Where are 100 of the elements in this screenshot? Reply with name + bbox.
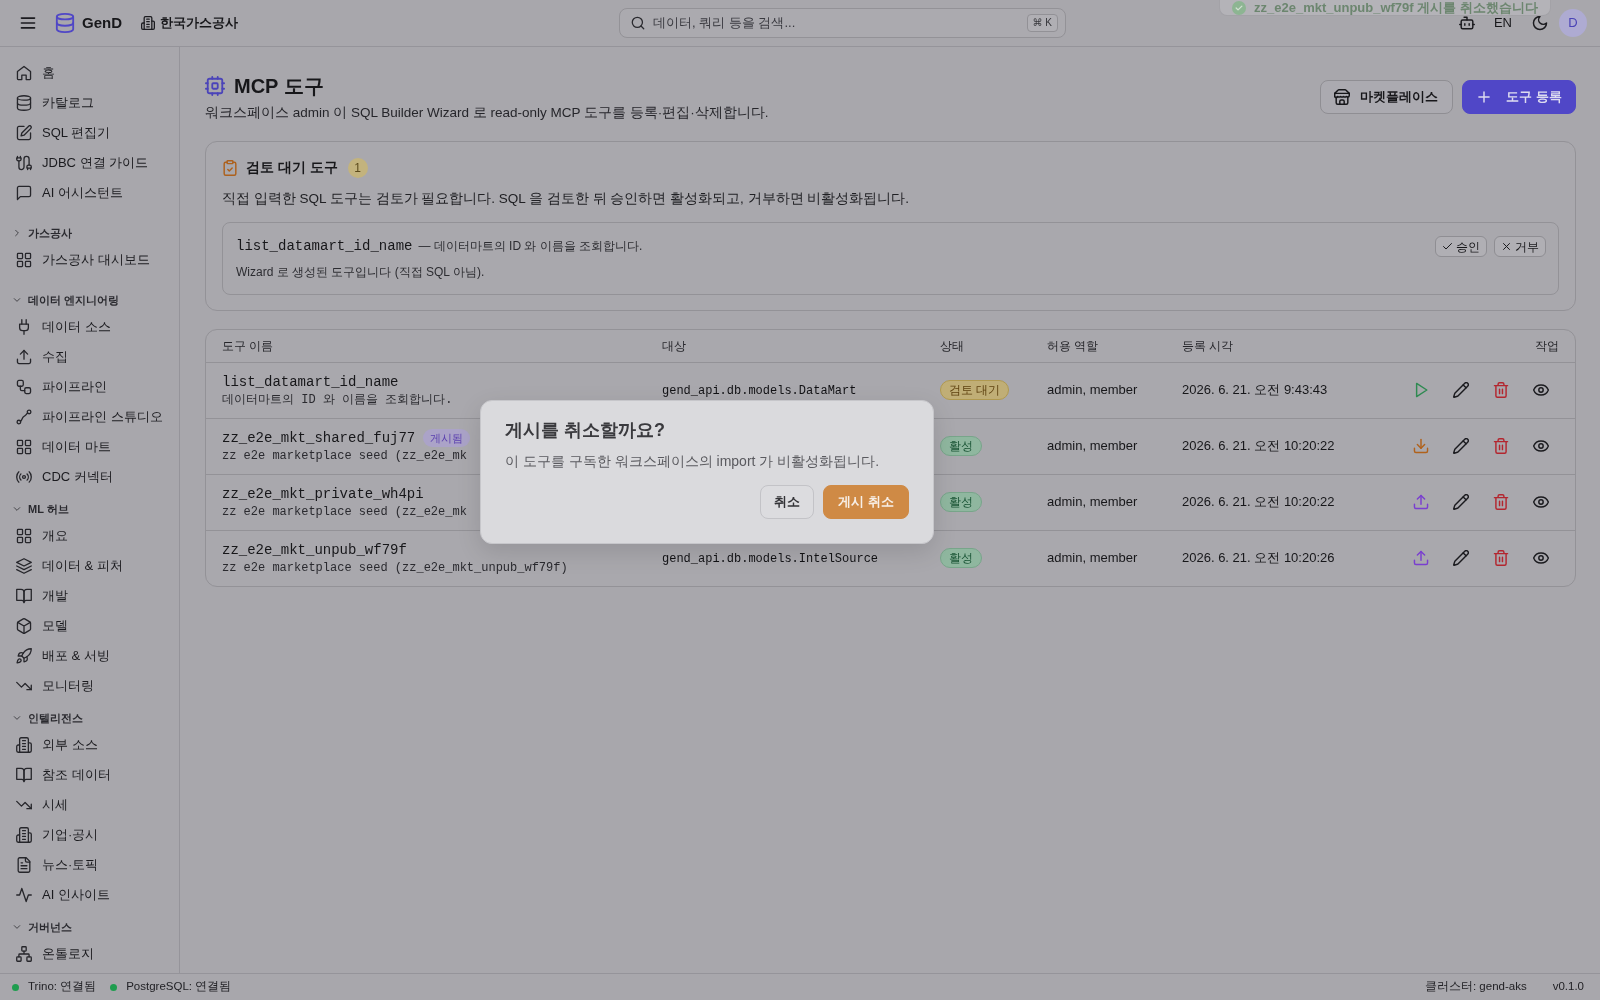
- sidebar-item[interactable]: 데이터 마트: [16, 432, 111, 462]
- pencil-icon[interactable]: [1453, 382, 1469, 398]
- store-icon: [1334, 89, 1351, 105]
- eye-icon[interactable]: [1533, 438, 1549, 454]
- check-icon: [1442, 241, 1453, 252]
- sidebar-item[interactable]: 가스공사 대시보드: [16, 245, 150, 275]
- upload-icon: [16, 349, 32, 365]
- upload-icon[interactable]: [1413, 494, 1429, 510]
- page-description: 워크스페이스 admin 이 SQL Builder Wizard 로 read-only MCP 도구를 등록·편집·삭제합니다.: [205, 104, 769, 122]
- roles-text: admin, member: [1047, 550, 1138, 566]
- status-badge: 활성: [940, 548, 982, 568]
- book-icon: [16, 588, 32, 604]
- sidebar-item[interactable]: 참조 데이터: [16, 760, 111, 790]
- pencil-icon[interactable]: [1453, 494, 1469, 510]
- building-icon: [16, 737, 32, 753]
- sidebar-section-header[interactable]: 거버넌스: [12, 915, 72, 939]
- check-circle-icon: [1232, 0, 1246, 15]
- tool-name: list_datamart_id_name: [222, 372, 399, 391]
- sidebar-section-header[interactable]: 인텔리전스: [12, 706, 83, 730]
- sidebar-item[interactable]: 모니터링: [16, 671, 94, 701]
- connection-status: PostgreSQL: 연결됨: [126, 979, 232, 995]
- sidebar-item[interactable]: 개발: [16, 581, 68, 611]
- count-badge: 1: [347, 158, 368, 178]
- sidebar-item[interactable]: 모델: [16, 611, 68, 641]
- sidebar-item[interactable]: 카탈로그: [16, 88, 94, 118]
- sidebar-item[interactable]: 배포 & 서빙: [16, 641, 110, 671]
- eye-icon[interactable]: [1533, 382, 1549, 398]
- menu-icon[interactable]: [19, 14, 37, 32]
- sidebar-item[interactable]: 외부 소스: [16, 730, 98, 760]
- sidebar-item[interactable]: 데이터 & 피처: [16, 551, 123, 581]
- moon-icon[interactable]: [1532, 15, 1548, 31]
- language-toggle[interactable]: EN: [1493, 15, 1512, 31]
- roles-text: admin, member: [1047, 382, 1138, 398]
- sidebar-item[interactable]: AI 인사이트: [16, 880, 110, 910]
- sidebar-item[interactable]: 파이프라인: [16, 372, 107, 402]
- tool-description: zz e2e marketplace seed (zz_e2e_mk: [222, 447, 467, 464]
- sidebar-item[interactable]: SQL 편집기: [16, 118, 111, 148]
- timestamp: 2026. 6. 21. 오전 10:20:22: [1182, 494, 1335, 510]
- sidebar-item[interactable]: JDBC 연결 가이드: [16, 148, 149, 178]
- reject-button[interactable]: 거부: [1494, 236, 1546, 257]
- house-icon: [16, 65, 32, 81]
- grid-icon: [16, 252, 32, 268]
- organization-name[interactable]: 한국가스공사: [160, 13, 238, 33]
- dialog-title: 게시를 취소할까요?: [505, 419, 666, 442]
- sidebar-item[interactable]: 수집: [16, 342, 68, 372]
- target-model: gend_api.db.models.IntelSource: [662, 552, 879, 567]
- sidebar-item[interactable]: 데이터 소스: [16, 312, 111, 342]
- section-title: 검토 대기 도구: [246, 159, 338, 177]
- column-header: 허용 역할: [1047, 338, 1099, 353]
- sidebar-item[interactable]: 개요: [16, 521, 68, 551]
- sidebar-item[interactable]: AI 어시스턴트: [16, 178, 123, 208]
- upload-icon[interactable]: [1413, 550, 1429, 566]
- cancel-button[interactable]: 취소: [760, 485, 815, 519]
- document-icon: [16, 857, 32, 873]
- linked-squares-icon: [16, 379, 32, 395]
- dialog-message: 이 도구를 구독한 워크스페이스의 import 가 비활성화됩니다.: [505, 452, 881, 471]
- eye-icon[interactable]: [1533, 550, 1549, 566]
- shortcut-key: ⌘ K: [1026, 14, 1058, 32]
- column-header: 상태: [940, 338, 964, 353]
- status-badge: 검토 대기: [940, 380, 1010, 400]
- tool-summary: — 데이터마트의 ID 와 이름을 조회합니다.: [418, 238, 643, 255]
- target-model: gend_api.db.models.DataMart: [662, 384, 857, 399]
- sidebar-section-header[interactable]: 데이터 엔지니어링: [12, 288, 120, 312]
- approve-button[interactable]: 승인: [1435, 236, 1487, 257]
- sidebar-section-header[interactable]: 가스공사: [12, 221, 72, 245]
- cluster-name: 클러스터: gend-aks: [1424, 979, 1527, 995]
- pencil-icon[interactable]: [1453, 438, 1469, 454]
- sidebar-item[interactable]: 홈: [16, 58, 55, 88]
- building-icon: [141, 16, 155, 30]
- sidebar-section-header[interactable]: ML 허브: [12, 497, 69, 521]
- register-button[interactable]: 도구 등록: [1462, 80, 1576, 114]
- signal-waves-icon: [16, 469, 32, 485]
- tool-description: zz e2e marketplace seed (zz_e2e_mkt_unpub_wf79f): [222, 559, 568, 576]
- trash-icon[interactable]: [1493, 494, 1509, 510]
- trash-icon[interactable]: [1493, 382, 1509, 398]
- plug-icon: [16, 319, 32, 335]
- clipboard-check-icon: [222, 160, 238, 176]
- trash-icon[interactable]: [1493, 438, 1509, 454]
- sidebar-item[interactable]: 온톨로지: [16, 939, 94, 969]
- eye-icon[interactable]: [1533, 494, 1549, 510]
- version-text: v0.1.0: [1552, 979, 1584, 995]
- robot-icon[interactable]: [1458, 15, 1475, 31]
- sidebar-item[interactable]: CDC 커넥터: [16, 462, 113, 492]
- hierarchy-icon: [16, 946, 32, 962]
- database-icon: [16, 95, 32, 111]
- tool-note: Wizard 로 생성된 도구입니다 (직접 SQL 아님).: [236, 264, 486, 281]
- grid-icon: [16, 439, 32, 455]
- sidebar-item[interactable]: 기업·공시: [16, 820, 99, 850]
- tool-name: zz_e2e_mkt_shared_fuj77: [222, 428, 416, 447]
- column-header: 대상: [662, 338, 686, 353]
- pencil-icon[interactable]: [1453, 550, 1469, 566]
- book-icon: [16, 767, 32, 783]
- column-header: 도구 이름: [222, 338, 274, 353]
- marketplace-button[interactable]: 마켓플레이스: [1320, 80, 1454, 114]
- sidebar-item[interactable]: 파이프라인 스튜디오: [16, 402, 163, 432]
- sidebar-item[interactable]: 시세: [16, 790, 68, 820]
- trash-icon[interactable]: [1493, 550, 1509, 566]
- sidebar-item[interactable]: 뉴스·토픽: [16, 850, 99, 880]
- search-field[interactable]: 데이터, 쿼리 등을 검색... ⌘ K: [619, 8, 1066, 38]
- search-input[interactable]: 데이터, 쿼리 등을 검색...: [653, 14, 1019, 32]
